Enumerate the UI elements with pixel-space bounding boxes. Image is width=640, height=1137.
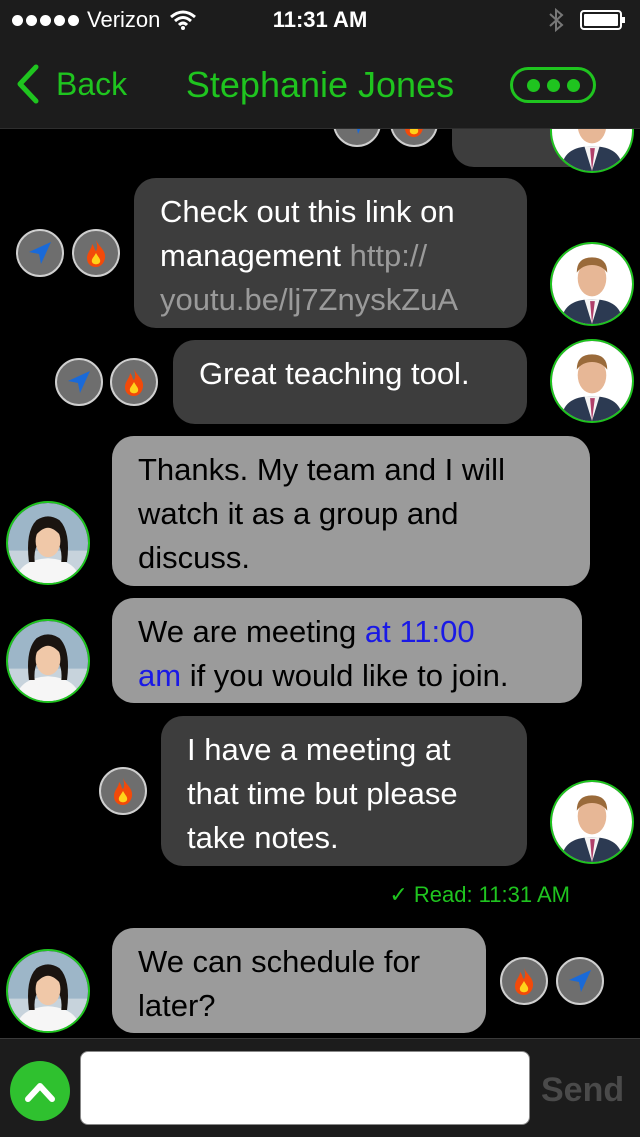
fire-icon[interactable] <box>390 129 438 147</box>
fire-icon[interactable] <box>500 957 548 1005</box>
message-bubble[interactable]: Check out this link on management http:/… <box>134 178 527 328</box>
sender-avatar[interactable] <box>550 242 634 326</box>
message-input[interactable] <box>80 1051 530 1125</box>
message-text: I have a meeting at <box>187 732 451 767</box>
sender-avatar[interactable] <box>550 339 634 423</box>
message-list[interactable]: Check out this link on management http:/… <box>0 129 640 1037</box>
more-dot-icon <box>566 78 580 92</box>
bluetooth-icon <box>549 8 564 32</box>
fire-icon[interactable] <box>72 229 120 277</box>
message-bubble[interactable]: We are meeting at 11:00 am if you would … <box>112 598 582 703</box>
more-dot-icon <box>526 78 540 92</box>
message-bubble[interactable]: I have a meeting at that time but please… <box>161 716 527 866</box>
contact-avatar[interactable] <box>6 619 90 703</box>
location-arrow-icon[interactable] <box>16 229 64 277</box>
message-text: later? <box>138 988 216 1023</box>
message-text: that time but please <box>187 776 458 811</box>
location-arrow-icon[interactable] <box>55 358 103 406</box>
time-link[interactable]: at 11:00 <box>365 614 475 649</box>
message-text: Thanks. My team and I will <box>138 452 505 487</box>
send-button[interactable]: Send <box>541 1071 624 1110</box>
battery-icon <box>580 10 625 30</box>
message-text: if you would like to join. <box>181 658 509 693</box>
contact-avatar[interactable] <box>6 949 90 1033</box>
message-text: discuss. <box>138 540 250 575</box>
location-arrow-icon[interactable] <box>556 957 604 1005</box>
message-text: watch it as a group and <box>138 496 459 531</box>
status-time: 11:31 AM <box>272 7 368 32</box>
read-receipt: ✓ Read: 11:31 AM <box>389 882 570 907</box>
more-dot-icon <box>546 78 560 92</box>
chevron-up-icon <box>25 1083 55 1102</box>
message-bubble[interactable]: We can schedule for later? <box>112 928 486 1033</box>
message-bubble[interactable]: Great teaching tool. <box>173 340 527 424</box>
location-arrow-icon[interactable] <box>333 129 381 147</box>
attach-button[interactable] <box>10 1061 70 1121</box>
contact-avatar[interactable] <box>6 501 90 585</box>
fire-icon[interactable] <box>99 767 147 815</box>
time-link[interactable]: am <box>138 658 181 693</box>
message-bubble[interactable]: Thanks. My team and I will watch it as a… <box>112 436 590 586</box>
fire-icon[interactable] <box>110 358 158 406</box>
message-composer: Send <box>0 1038 640 1137</box>
sender-avatar[interactable] <box>550 780 634 864</box>
status-bar: Verizon 11:31 AM <box>0 0 640 40</box>
message-text: take notes. <box>187 820 339 855</box>
message-text: We are meeting <box>138 614 365 649</box>
more-options-button[interactable] <box>510 67 596 103</box>
navigation-bar: Back Stephanie Jones <box>0 40 640 129</box>
message-text: Great teaching tool. <box>199 356 470 391</box>
message-text: We can schedule for <box>138 944 421 979</box>
